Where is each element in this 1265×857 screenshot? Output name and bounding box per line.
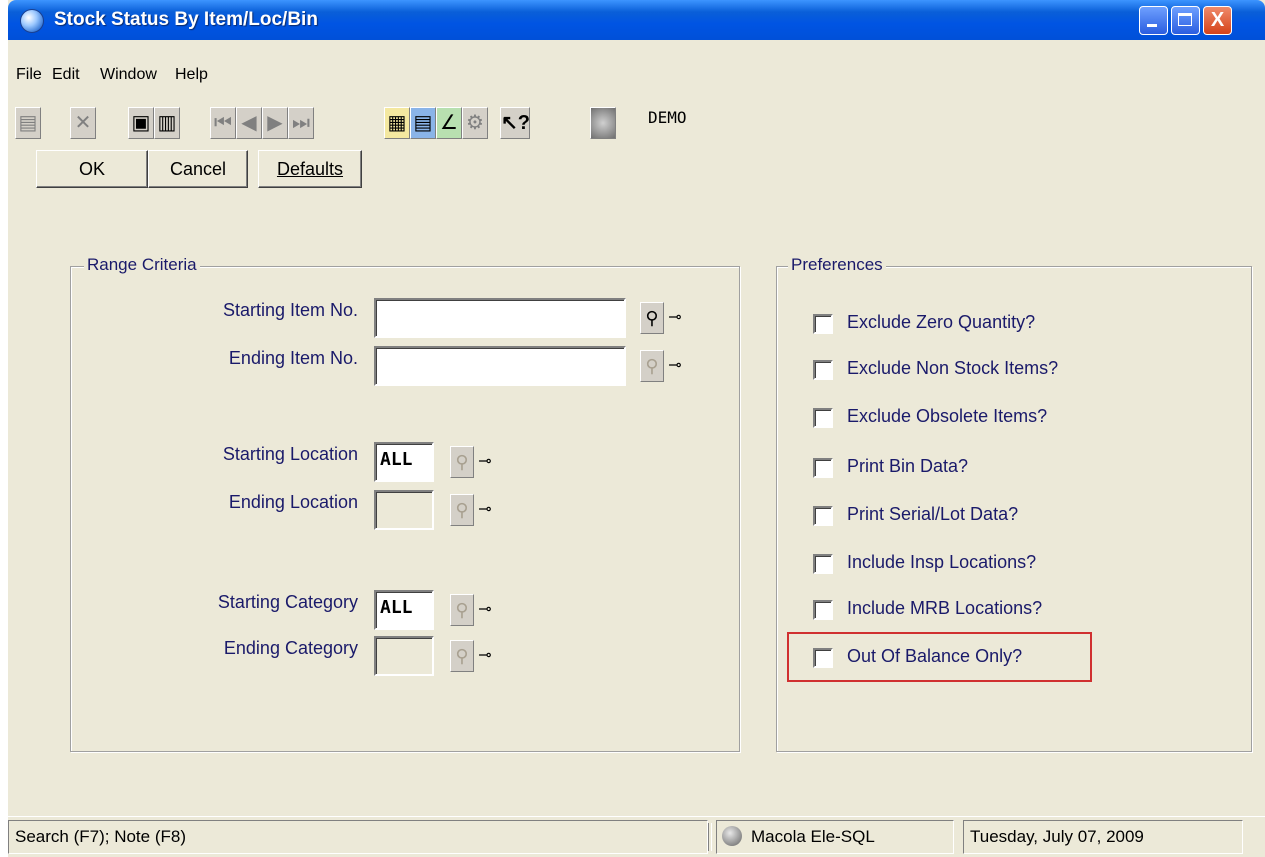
checkbox-label: Include Insp Locations? xyxy=(847,552,1037,572)
checkbox-label: Exclude Non Stock Items? xyxy=(847,358,1059,378)
menu-help[interactable]: Help xyxy=(175,66,208,84)
pin-icon[interactable]: ⊸ xyxy=(474,594,496,626)
globe-icon xyxy=(20,9,44,33)
minimize-button[interactable] xyxy=(1139,6,1168,35)
ending-item-input[interactable] xyxy=(374,346,626,386)
binoculars-icon[interactable]: ⚲ xyxy=(450,594,474,626)
starting-category-input[interactable]: ALL xyxy=(374,590,434,630)
previous-record-icon[interactable]: ◀ xyxy=(236,107,262,139)
maximize-button[interactable] xyxy=(1171,6,1200,35)
status-hint: Search (F7); Note (F8) xyxy=(8,820,708,854)
ending-location-input[interactable] xyxy=(374,490,434,530)
workflow-icon[interactable]: ⚙ xyxy=(462,107,488,139)
binoculars-icon[interactable]: ⚲ xyxy=(640,302,664,334)
pin-icon[interactable]: ⊸ xyxy=(474,640,496,672)
preferences-legend: Preferences xyxy=(788,255,886,275)
status-database: Macola Ele-SQL xyxy=(716,820,954,854)
checkbox-label: Exclude Obsolete Items? xyxy=(847,406,1048,426)
binoculars-icon[interactable]: ⚲ xyxy=(450,446,474,478)
checkbox-box[interactable] xyxy=(813,408,833,428)
title-bar[interactable]: Stock Status By Item/Loc/Bin X xyxy=(8,0,1265,40)
pin-icon[interactable]: ⊸ xyxy=(664,350,686,382)
trash-icon[interactable]: ▥ xyxy=(154,107,180,139)
starting-location-input[interactable]: ALL xyxy=(374,442,434,482)
notes-icon[interactable]: ▦ xyxy=(384,107,410,139)
starting-item-input[interactable] xyxy=(374,298,626,338)
ending-category-label: Ending Category xyxy=(223,638,358,658)
save-icon[interactable]: ▣ xyxy=(128,107,154,139)
last-record-icon[interactable]: ⏭ xyxy=(288,107,314,139)
ending-item-label: Ending Item No. xyxy=(228,348,358,368)
range-criteria-legend: Range Criteria xyxy=(84,255,200,275)
binoculars-icon[interactable]: ⚲ xyxy=(450,494,474,526)
user-icon xyxy=(722,826,742,846)
ending-location-label: Ending Location xyxy=(228,492,358,512)
checkbox-label: Print Serial/Lot Data? xyxy=(847,504,1019,524)
close-icon: X xyxy=(1210,9,1225,31)
starting-category-label: Starting Category xyxy=(217,592,358,612)
app-window: Stock Status By Item/Loc/Bin X File Edit… xyxy=(8,0,1265,857)
ending-category-input[interactable] xyxy=(374,636,434,676)
starting-item-label: Starting Item No. xyxy=(222,300,358,320)
binoculars-icon[interactable]: ⚲ xyxy=(640,350,664,382)
first-record-icon[interactable]: ⏮ xyxy=(210,107,236,139)
help-pointer-icon[interactable]: ↖? xyxy=(500,107,530,139)
checkbox-box[interactable] xyxy=(813,314,833,334)
menu-file[interactable]: File xyxy=(16,66,42,84)
pin-icon[interactable]: ⊸ xyxy=(664,302,686,334)
binoculars-icon[interactable]: ⚲ xyxy=(450,640,474,672)
checkbox-label: Exclude Zero Quantity? xyxy=(847,312,1036,332)
checkbox-box[interactable] xyxy=(813,506,833,526)
checkbox-box[interactable] xyxy=(813,600,833,620)
globe-icon[interactable] xyxy=(590,107,616,139)
delete-x-icon[interactable]: ✕ xyxy=(70,107,96,139)
next-record-icon[interactable]: ▶ xyxy=(262,107,288,139)
checkbox-box[interactable] xyxy=(813,360,833,380)
checkbox-label: Print Bin Data? xyxy=(847,456,969,476)
company-code: DEMO xyxy=(648,108,687,127)
checkbox-box[interactable] xyxy=(813,458,833,478)
status-date: Tuesday, July 07, 2009 xyxy=(963,820,1243,854)
checkbox-box[interactable] xyxy=(813,554,833,574)
pin-icon[interactable]: ⊸ xyxy=(474,494,496,526)
starting-location-label: Starting Location xyxy=(222,444,358,464)
checkbox-label: Include MRB Locations? xyxy=(847,598,1043,618)
cancel-button[interactable]: Cancel xyxy=(148,150,248,188)
pin-icon[interactable]: ⊸ xyxy=(474,446,496,478)
highlight-box xyxy=(787,632,1092,682)
menu-window[interactable]: Window xyxy=(100,66,157,84)
new-icon[interactable]: ▤ xyxy=(15,107,41,139)
status-separator xyxy=(708,823,712,851)
window-title: Stock Status By Item/Loc/Bin xyxy=(54,9,318,30)
calculator-icon[interactable]: ▤ xyxy=(410,107,436,139)
close-button[interactable]: X xyxy=(1203,6,1232,35)
menu-edit[interactable]: Edit xyxy=(52,66,80,84)
ok-button[interactable]: OK xyxy=(36,150,148,188)
chart-icon[interactable]: ∠ xyxy=(436,107,462,139)
defaults-button[interactable]: Defaults xyxy=(258,150,362,188)
